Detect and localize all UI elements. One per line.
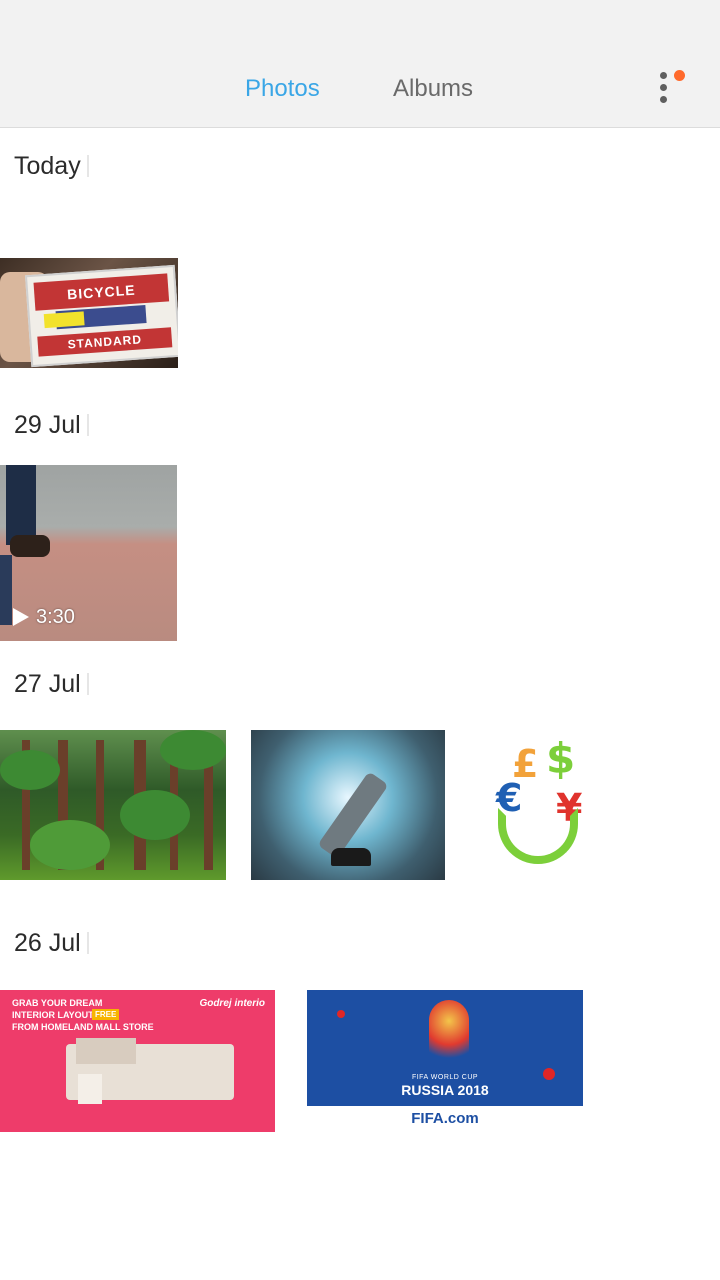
ad-text-line3: FROM HOMELAND MALL STORE — [12, 1022, 154, 1032]
date-header-29-jul: 29 Jul — [14, 410, 89, 440]
app-header: Photos Albums — [0, 0, 720, 128]
notification-badge — [674, 70, 685, 81]
tab-albums[interactable]: Albums — [393, 74, 473, 104]
tab-photos[interactable]: Photos — [245, 74, 320, 104]
fifa-caption-big: RUSSIA 2018 — [401, 1082, 489, 1098]
photo-thumbnail[interactable] — [251, 730, 445, 880]
ad-text-line1: GRAB YOUR DREAM — [12, 998, 103, 1008]
photo-thumbnail[interactable] — [0, 730, 226, 880]
photo-thumbnail[interactable]: BICYCLE STANDARD — [0, 258, 178, 368]
cards-label-text: STANDARD — [37, 327, 173, 357]
ad-text-line2: INTERIOR LAYOUT — [12, 1010, 94, 1020]
ad-logo: Godrej interio — [199, 998, 265, 1009]
date-header-today: Today — [14, 151, 89, 181]
date-header-26-jul: 26 Jul — [14, 928, 89, 958]
photo-thumbnail[interactable]: £ $ € ¥ — [476, 730, 626, 880]
date-header-27-jul: 27 Jul — [14, 669, 89, 699]
ad-free-badge: FREE — [92, 1009, 120, 1020]
fifa-caption-small: FIFA WORLD CUP — [411, 1074, 479, 1081]
cards-brand-text: BICYCLE — [33, 273, 170, 311]
more-vert-icon-dot — [660, 96, 667, 103]
fifa-site-text: FIFA.com — [411, 1110, 479, 1127]
more-vert-icon — [660, 72, 667, 79]
more-options-button[interactable] — [650, 70, 690, 106]
play-icon — [13, 608, 29, 626]
photo-thumbnail[interactable]: FIFA WORLD CUP RUSSIA 2018 FIFA.com — [307, 990, 583, 1135]
video-duration: 3:30 — [36, 606, 75, 628]
more-vert-icon-dot — [660, 84, 667, 91]
photo-thumbnail[interactable]: GRAB YOUR DREAM INTERIOR LAYOUT FREE FRO… — [0, 990, 275, 1132]
video-thumbnail[interactable]: 3:30 — [0, 465, 177, 641]
